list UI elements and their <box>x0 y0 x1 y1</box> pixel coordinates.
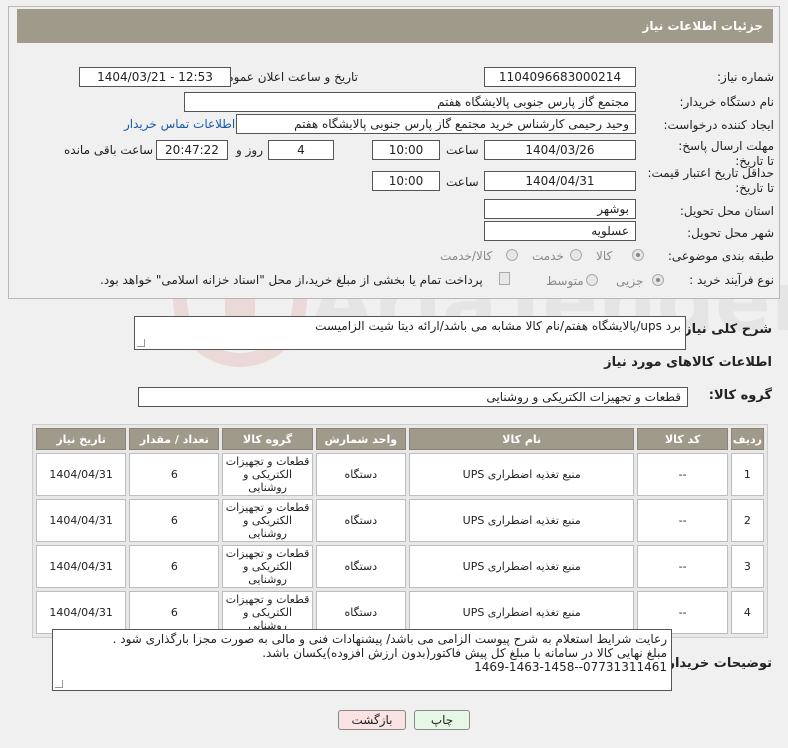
category-service-radio[interactable] <box>570 249 582 261</box>
buyer-notes-line-3: 07731311461--1469-1463-1458 <box>474 660 667 674</box>
page-title: جزئیات اطلاعات نیاز <box>17 9 773 43</box>
reply-date-field: 1404/03/26 <box>484 140 636 160</box>
cell-name: منبع تغذیه اضطراری UPS <box>408 453 635 496</box>
announce-label: تاریخ و ساعت اعلان عمومی: <box>213 70 358 84</box>
process-label: نوع فرآیند خرید : <box>689 273 774 287</box>
days-label: روز و <box>236 143 263 157</box>
back-button[interactable]: بازگشت <box>338 710 406 730</box>
cell-qty: 6 <box>129 453 220 496</box>
category-both-radio[interactable] <box>506 249 518 261</box>
validity-label: حداقل تاریخ اعتبار قیمت: تا تاریخ: <box>647 166 774 195</box>
requester-label: ایجاد کننده درخواست: <box>663 118 774 132</box>
goods-group-label: گروه کالا: <box>708 388 772 403</box>
reply-time-field: 10:00 <box>372 140 440 160</box>
table-row: 3 -- منبع تغذیه اضطراری UPS دستگاه قطعات… <box>36 545 764 588</box>
description-label: شرح کلی نیاز: <box>678 322 772 337</box>
process-medium-label: متوسط <box>546 274 584 288</box>
description-text: برد ups/پالایشگاه هفتم/نام کالا مشابه می… <box>315 319 681 333</box>
need-number-label: شماره نیاز: <box>717 70 774 84</box>
buyer-notes-textarea: رعایت شرایط استعلام به شرح پیوست الزامی … <box>52 629 672 691</box>
resize-grip[interactable] <box>137 339 145 347</box>
cell-row: 3 <box>730 545 764 588</box>
city-field: عسلویه <box>484 221 636 241</box>
cell-unit: دستگاه <box>315 453 406 496</box>
process-minor-label: جزیی <box>616 274 644 288</box>
print-button[interactable]: چاپ <box>414 710 470 730</box>
days-field: 4 <box>268 140 334 160</box>
col-unit: واحد شمارش <box>315 428 406 450</box>
remaining-label: ساعت باقی مانده <box>64 143 154 157</box>
cell-code: -- <box>637 545 728 588</box>
cell-unit: دستگاه <box>315 499 406 542</box>
cell-code: -- <box>637 591 728 634</box>
cell-group: قطعات و تجهیزات الکتریکی و روشنایی <box>222 453 313 496</box>
cell-code: -- <box>637 499 728 542</box>
remaining-time-field: 20:47:22 <box>156 140 228 160</box>
buyer-org-label: نام دستگاه خریدار: <box>679 95 775 109</box>
category-both-label: کالا/خدمت <box>440 249 493 263</box>
cell-qty: 6 <box>129 499 220 542</box>
reply-time-label: ساعت <box>446 143 479 157</box>
cell-date: 1404/04/31 <box>36 453 127 496</box>
buyer-org-field: مجتمع گاز پارس جنوبی پالایشگاه هفتم <box>184 92 636 112</box>
cell-group: قطعات و تجهیزات الکتریکی و روشنایی <box>222 591 313 634</box>
reply-deadline-label: مهلت ارسال پاسخ: تا تاریخ: <box>678 139 774 168</box>
col-name: نام کالا <box>408 428 635 450</box>
validity-time-label: ساعت <box>446 175 479 189</box>
col-qty: تعداد / مقدار <box>129 428 220 450</box>
goods-group-field: قطعات و تجهیزات الکتریکی و روشنایی <box>138 387 688 407</box>
col-date: تاریخ نیاز <box>36 428 127 450</box>
cell-row: 2 <box>730 499 764 542</box>
items-table: ردیف کد کالا نام کالا واحد شمارش گروه کا… <box>32 424 768 638</box>
validity-date-field: 1404/04/31 <box>484 171 636 191</box>
cell-unit: دستگاه <box>315 591 406 634</box>
cell-date: 1404/04/31 <box>36 545 127 588</box>
contact-buyer-link[interactable]: اطلاعات تماس خریدار <box>124 117 235 131</box>
process-minor-radio[interactable] <box>652 274 664 286</box>
payment-note: پرداخت تمام یا بخشی از مبلغ خرید،از محل … <box>100 273 483 287</box>
city-label: شهر محل تحویل: <box>687 226 774 240</box>
cell-group: قطعات و تجهیزات الکتریکی و روشنایی <box>222 499 313 542</box>
table-row: 1 -- منبع تغذیه اضطراری UPS دستگاه قطعات… <box>36 453 764 496</box>
cell-qty: 6 <box>129 545 220 588</box>
cell-group: قطعات و تجهیزات الکتریکی و روشنایی <box>222 545 313 588</box>
table-header-row: ردیف کد کالا نام کالا واحد شمارش گروه کا… <box>36 428 764 450</box>
category-label: طبقه بندی موضوعی: <box>667 249 774 263</box>
description-textarea: برد ups/پالایشگاه هفتم/نام کالا مشابه می… <box>134 316 686 350</box>
cell-name: منبع تغذیه اضطراری UPS <box>408 591 635 634</box>
treasury-checkbox[interactable] <box>499 272 510 285</box>
category-goods-label: کالا <box>596 249 613 263</box>
cell-row: 4 <box>730 591 764 634</box>
goods-section-title: اطلاعات کالاهای مورد نیاز <box>604 355 772 370</box>
need-number-field: 1104096683000214 <box>484 67 636 87</box>
cell-unit: دستگاه <box>315 545 406 588</box>
col-group: گروه کالا <box>222 428 313 450</box>
col-code: کد کالا <box>637 428 728 450</box>
cell-name: منبع تغذیه اضطراری UPS <box>408 545 635 588</box>
resize-grip[interactable] <box>55 680 63 688</box>
cell-row: 1 <box>730 453 764 496</box>
category-goods-radio[interactable] <box>632 249 644 261</box>
province-field: بوشهر <box>484 199 636 219</box>
buyer-notes-line-2: مبلغ نهایی کالا در سامانه با مبلغ کل پیش… <box>262 646 667 660</box>
category-service-label: خدمت <box>532 249 564 263</box>
announce-field: 1404/03/21 - 12:53 <box>79 67 231 87</box>
col-row: ردیف <box>730 428 764 450</box>
cell-qty: 6 <box>129 591 220 634</box>
cell-date: 1404/04/31 <box>36 499 127 542</box>
buyer-notes-label: توضیحات خریدار: <box>662 656 772 671</box>
table-row: 2 -- منبع تغذیه اضطراری UPS دستگاه قطعات… <box>36 499 764 542</box>
buyer-notes-line-1: رعایت شرایط استعلام به شرح پیوست الزامی … <box>112 632 667 646</box>
requester-field: وحید رحیمی کارشناس خرید مجتمع گاز پارس ج… <box>236 114 636 134</box>
cell-date: 1404/04/31 <box>36 591 127 634</box>
cell-name: منبع تغذیه اضطراری UPS <box>408 499 635 542</box>
table-row: 4 -- منبع تغذیه اضطراری UPS دستگاه قطعات… <box>36 591 764 634</box>
process-medium-radio[interactable] <box>586 274 598 286</box>
province-label: استان محل تحویل: <box>679 204 774 218</box>
validity-time-field: 10:00 <box>372 171 440 191</box>
cell-code: -- <box>637 453 728 496</box>
